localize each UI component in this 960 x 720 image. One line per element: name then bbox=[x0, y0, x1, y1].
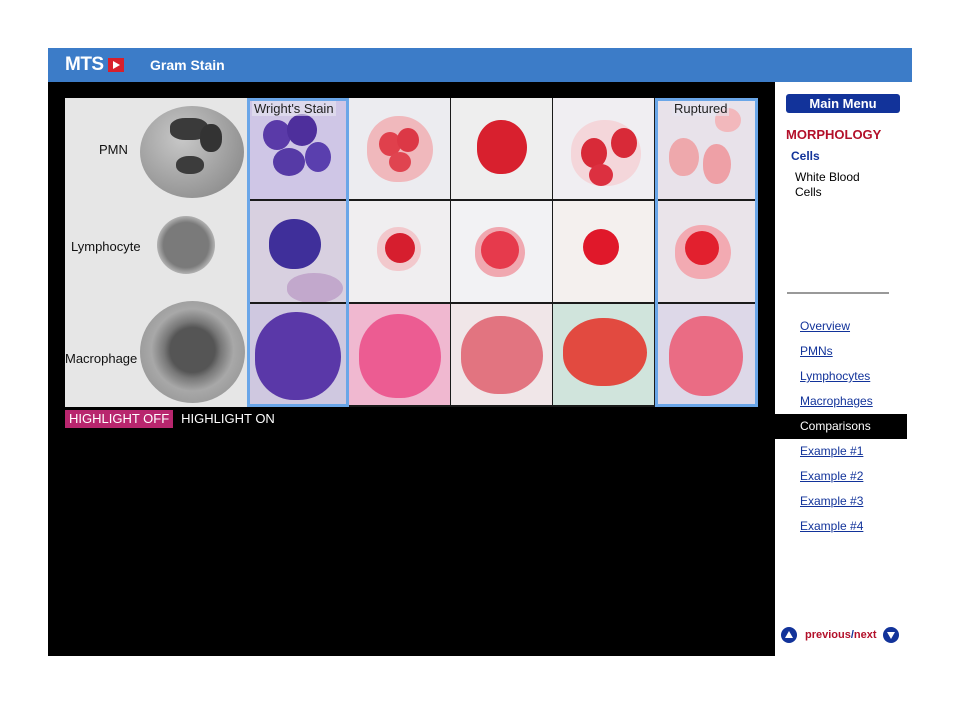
macrophage-diagram bbox=[140, 301, 245, 403]
micrograph-tile bbox=[451, 201, 552, 302]
column-label-wrights-stain: Wright's Stain bbox=[252, 101, 336, 116]
app-window: MTS Gram Stain PMN Lymphocyte Macrophage bbox=[48, 48, 912, 656]
title-bar: MTS Gram Stain bbox=[48, 48, 912, 82]
nav-link-example-3[interactable]: Example #3 bbox=[775, 489, 907, 514]
nav-link-example-2[interactable]: Example #2 bbox=[775, 464, 907, 489]
micrograph-tile bbox=[451, 304, 552, 405]
lymphocyte-diagram bbox=[157, 216, 215, 274]
row-label-macrophage: Macrophage bbox=[65, 351, 138, 366]
nav-link-comparisons[interactable]: Comparisons bbox=[775, 414, 907, 439]
micrograph-tile bbox=[247, 201, 348, 302]
logo: MTS bbox=[65, 54, 124, 75]
micrograph-tile bbox=[553, 304, 654, 405]
up-arrow-circle-icon[interactable] bbox=[781, 627, 797, 643]
next-link[interactable]: next bbox=[854, 629, 877, 641]
logo-text: MTS bbox=[65, 54, 104, 75]
micrograph-tile bbox=[247, 304, 348, 405]
subsection-heading: Cells bbox=[791, 149, 820, 163]
micrograph-tile bbox=[553, 98, 654, 199]
sidebar: Main Menu MORPHOLOGY Cells White Blood C… bbox=[775, 82, 912, 656]
previous-link[interactable]: previous bbox=[805, 629, 851, 641]
row-label-lymphocyte: Lymphocyte bbox=[71, 239, 141, 254]
highlight-toggle: HIGHLIGHT OFF HIGHLIGHT ON bbox=[65, 410, 275, 428]
nav-link-macrophages[interactable]: Macrophages bbox=[775, 389, 907, 414]
topic-heading: White Blood Cells bbox=[795, 170, 860, 199]
topic-nav: Overview PMNs Lymphocytes Macrophages Co… bbox=[775, 314, 907, 539]
nav-link-example-1[interactable]: Example #1 bbox=[775, 439, 907, 464]
micrograph-tile bbox=[451, 98, 552, 199]
pager: previous/next bbox=[781, 626, 909, 644]
micrograph-tile bbox=[349, 201, 450, 302]
highlight-off-button[interactable]: HIGHLIGHT OFF bbox=[65, 410, 174, 428]
divider bbox=[787, 292, 889, 294]
nav-link-overview[interactable]: Overview bbox=[775, 314, 907, 339]
comparison-panel: PMN Lymphocyte Macrophage Wright's Stain… bbox=[65, 98, 758, 407]
micrograph-tile bbox=[553, 201, 654, 302]
nav-link-lymphocytes[interactable]: Lymphocytes bbox=[775, 364, 907, 389]
micrograph-tile bbox=[655, 304, 756, 405]
micrograph-grid: Wright's Stain Ruptured bbox=[247, 98, 758, 407]
highlight-on-button[interactable]: HIGHLIGHT ON bbox=[181, 410, 275, 428]
micrograph-tile bbox=[349, 304, 450, 405]
down-arrow-circle-icon[interactable] bbox=[882, 627, 899, 643]
pmn-nucleus-lobe bbox=[200, 124, 222, 152]
pmn-nucleus-lobe bbox=[176, 156, 204, 174]
nav-link-pmns[interactable]: PMNs bbox=[775, 339, 907, 364]
micrograph-tile bbox=[349, 98, 450, 199]
pmn-diagram bbox=[140, 106, 244, 198]
column-label-ruptured: Ruptured bbox=[672, 101, 730, 116]
page-title: Gram Stain bbox=[150, 57, 225, 73]
play-arrow-icon bbox=[107, 58, 124, 72]
pager-text: previous/next bbox=[805, 629, 877, 641]
micrograph-tile bbox=[655, 201, 756, 302]
nav-link-example-4[interactable]: Example #4 bbox=[775, 514, 907, 539]
row-label-pmn: PMN bbox=[99, 142, 128, 157]
main-menu-button[interactable]: Main Menu bbox=[786, 94, 900, 113]
section-heading: MORPHOLOGY bbox=[786, 127, 882, 142]
